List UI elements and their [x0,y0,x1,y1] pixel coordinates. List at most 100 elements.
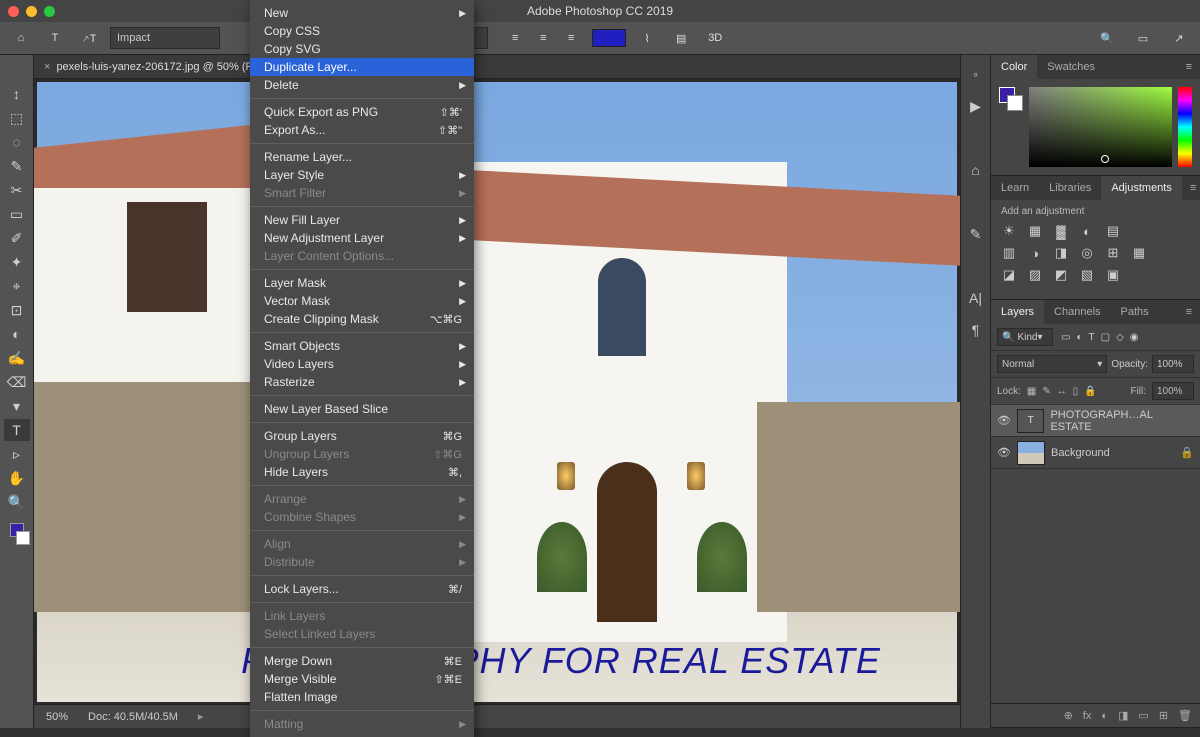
zoom-window[interactable] [44,6,55,17]
layer-filter-icon[interactable]: ◇ [1116,332,1124,343]
menu-item[interactable]: New Adjustment Layer▶ [250,229,474,247]
adjustment-icon[interactable]: ▤ [1105,223,1121,239]
doc-size[interactable]: Doc: 40.5M/40.5M [88,711,178,723]
align-left-icon[interactable]: ≡ [502,27,528,49]
menu-item[interactable]: Copy CSS [250,22,474,40]
adjustment-icon[interactable]: ▥ [1001,245,1017,261]
menu-item[interactable]: Copy SVG [250,40,474,58]
adjustment-icon[interactable]: ▦ [1027,223,1043,239]
menu-item[interactable]: Vector Mask▶ [250,292,474,310]
layers-footer-icon[interactable]: fx [1083,710,1092,722]
layer-filter-icon[interactable]: T [1089,332,1095,343]
menu-item[interactable]: Export As...⇧⌘" [250,121,474,139]
menu-item[interactable]: Merge Down⌘E [250,652,474,670]
menu-item[interactable]: Video Layers▶ [250,355,474,373]
tool-6[interactable]: ✐ [4,227,30,249]
tool-10[interactable]: ◐ [4,323,30,345]
menu-item[interactable]: Quick Export as PNG⇧⌘' [250,103,474,121]
tool-4[interactable]: ✂ [4,179,30,201]
menu-item[interactable]: New Fill Layer▶ [250,211,474,229]
tool-16[interactable]: ✋ [4,467,30,489]
panel-strip-icon[interactable]: ¶ [967,321,985,339]
panel-tab-adjustments[interactable]: Adjustments [1101,176,1182,200]
tool-2[interactable]: ◌ [4,131,30,153]
layers-footer-icon[interactable]: ◐ [1101,710,1108,722]
tool-17[interactable]: 🔍 [4,491,30,513]
panel-tab-channels[interactable]: Channels [1044,300,1110,324]
layer-row[interactable]: 👁Background🔒 [991,437,1200,469]
menu-item[interactable]: Rename Layer... [250,148,474,166]
menu-item[interactable]: Layer Style▶ [250,166,474,184]
hue-slider[interactable] [1178,87,1192,167]
adjustment-icon[interactable]: ▦ [1131,245,1147,261]
layer-filter-icon[interactable]: ◉ [1130,332,1139,343]
home-icon[interactable]: ⌂ [8,27,34,49]
align-right-icon[interactable]: ≡ [558,27,584,49]
layers-footer-icon[interactable]: 🗑 [1178,709,1192,722]
layers-footer-icon[interactable]: ⊕ [1064,709,1073,722]
panel-strip-icon[interactable]: ▶ [967,97,985,115]
canvas-area[interactable]: PHOTOGRAPHY FOR REAL ESTATE [34,79,960,704]
menu-item[interactable]: Create Clipping Mask⌥⌘G [250,310,474,328]
panel-strip-icon[interactable] [967,129,985,147]
tool-8[interactable]: ⌖ [4,275,30,297]
panel-menu-icon[interactable]: ≡ [1178,61,1200,73]
background-swatch[interactable] [16,531,30,545]
menu-item[interactable]: Duplicate Layer... [250,58,474,76]
panel-strip-icon[interactable]: A| [967,289,985,307]
panel-strip-icon[interactable]: ◦ [967,65,985,83]
panel-strip-icon[interactable] [967,257,985,275]
layer-row[interactable]: 👁TPHOTOGRAPH…AL ESTATE [991,405,1200,437]
adjustment-icon[interactable]: ▓ [1053,223,1069,239]
text-color-swatch[interactable] [592,29,626,47]
menu-item[interactable]: Merge Visible⇧⌘E [250,670,474,688]
panel-tab-swatches[interactable]: Swatches [1037,55,1105,79]
blend-mode-select[interactable]: Normal▾ [997,355,1107,373]
tool-3[interactable]: ✎ [4,155,30,177]
minimize-window[interactable] [26,6,37,17]
toolbar-icon[interactable]: ▭ [1130,27,1156,49]
visibility-toggle[interactable]: 👁 [997,446,1011,459]
layer-filter-icon[interactable]: ▢ [1101,332,1110,343]
menu-item[interactable]: Group Layers⌘G [250,427,474,445]
adjustment-icon[interactable]: ◑ [1027,245,1043,261]
menu-item[interactable]: Flatten Image [250,688,474,706]
adjustment-icon[interactable]: ◐ [1079,223,1095,239]
tool-14[interactable]: T [4,419,30,441]
toolbar-icon[interactable]: ↗ [1166,27,1192,49]
menu-item[interactable]: New Layer Based Slice [250,400,474,418]
tool-11[interactable]: ✍ [4,347,30,369]
fill-input[interactable]: 100% [1152,382,1194,400]
menu-item[interactable]: New▶ [250,4,474,22]
adjustment-icon[interactable]: ◎ [1079,245,1095,261]
panel-tab-paths[interactable]: Paths [1111,300,1159,324]
adjustment-icon[interactable]: ☀ [1001,223,1017,239]
fg-bg-swatches[interactable] [999,87,1023,167]
panel-menu-icon[interactable]: ≡ [1182,182,1200,194]
panel-tab-learn[interactable]: Learn [991,176,1039,200]
panel-strip-icon[interactable]: ⌂ [967,161,985,179]
align-center-icon[interactable]: ≡ [530,27,556,49]
menu-item[interactable]: Hide Layers⌘, [250,463,474,481]
layer-filter-icon[interactable]: ◐ [1076,332,1082,343]
panel-tab-layers[interactable]: Layers [991,300,1044,324]
tool-1[interactable]: ⬚ [4,107,30,129]
opacity-input[interactable]: 100% [1152,355,1194,373]
adjustment-icon[interactable]: ▨ [1027,267,1043,283]
document-tab[interactable]: × pexels-luis-yanez-206172.jpg @ 50% (P… [34,55,960,79]
close-tab-icon[interactable]: × [44,61,50,73]
adjustment-icon[interactable]: ⊞ [1105,245,1121,261]
3d-icon[interactable]: 3D [702,27,728,49]
adjustment-icon[interactable]: ◩ [1053,267,1069,283]
tool-5[interactable]: ▭ [4,203,30,225]
panel-strip-icon[interactable] [967,193,985,211]
tool-15[interactable]: ▹ [4,443,30,465]
text-orientation-icon[interactable]: ⸕T [76,27,102,49]
layer-lock-icon[interactable]: 🔒 [1084,386,1096,397]
font-family-select[interactable]: Impact [110,27,220,49]
color-field[interactable] [1029,87,1172,167]
tool-0[interactable]: ↕ [4,83,30,105]
layer-lock-icon[interactable]: ↔ [1057,386,1067,397]
layer-filter-select[interactable]: 🔍 Kind ▾ [997,328,1053,346]
menu-item[interactable]: Lock Layers...⌘/ [250,580,474,598]
